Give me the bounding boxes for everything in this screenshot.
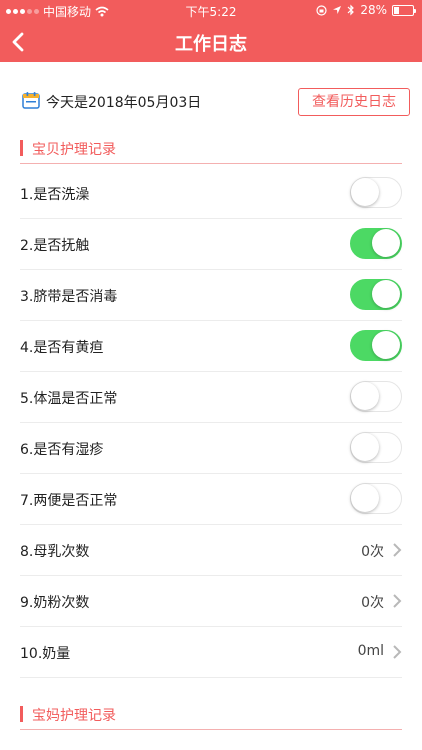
bluetooth-icon bbox=[347, 4, 355, 16]
list-item: 4.是否有黄疸 bbox=[20, 321, 402, 372]
list-item[interactable]: 8.母乳次数 0次 bbox=[20, 525, 402, 576]
toggle-knob bbox=[372, 331, 400, 359]
battery-fill bbox=[394, 6, 400, 14]
battery-percent: 28% bbox=[360, 3, 387, 17]
toggle-knob bbox=[351, 484, 379, 512]
toggle-switch[interactable] bbox=[350, 228, 402, 259]
section-accent-bar bbox=[20, 706, 23, 722]
list-item-label: 9.奶粉次数 bbox=[20, 595, 90, 611]
toggle-switch[interactable] bbox=[350, 279, 402, 310]
list-item-label: 10.奶量 bbox=[20, 646, 71, 662]
list-item-label: 6.是否有湿疹 bbox=[20, 442, 104, 458]
location-icon bbox=[333, 6, 342, 14]
list-item-label: 1.是否洗澡 bbox=[20, 187, 90, 203]
list-item-label: 3.脐带是否消毒 bbox=[20, 289, 118, 305]
section-accent-bar bbox=[20, 140, 23, 156]
chevron-right-icon bbox=[393, 645, 402, 659]
list-item: 7.两便是否正常 bbox=[20, 474, 402, 525]
section-title: 宝贝护理记录 bbox=[32, 142, 116, 158]
status-right: 28% bbox=[316, 3, 416, 17]
battery-icon bbox=[392, 4, 416, 16]
list-item[interactable]: 9.奶粉次数 0次 bbox=[20, 576, 402, 627]
lock-rotation-icon bbox=[316, 4, 327, 16]
date-row: 今天是2018年05月03日 查看历史日志 bbox=[0, 80, 422, 124]
toggle-switch[interactable] bbox=[350, 483, 402, 514]
chevron-right-icon bbox=[393, 543, 402, 557]
calendar-icon bbox=[22, 92, 40, 109]
list-item[interactable]: 10.奶量 0ml bbox=[20, 627, 402, 678]
list-item-value: 0ml bbox=[357, 643, 384, 659]
section-title: 宝妈护理记录 bbox=[32, 708, 116, 724]
toggle-knob bbox=[372, 280, 400, 308]
page-title: 工作日志 bbox=[175, 34, 247, 55]
toggle-knob bbox=[351, 382, 379, 410]
list-item: 6.是否有湿疹 bbox=[20, 423, 402, 474]
date-text: 今天是2018年05月03日 bbox=[46, 95, 202, 111]
list-item-value: 0次 bbox=[361, 544, 384, 560]
toggle-switch[interactable] bbox=[350, 330, 402, 361]
toggle-switch[interactable] bbox=[350, 432, 402, 463]
view-history-button[interactable]: 查看历史日志 bbox=[298, 88, 410, 116]
list-item-label: 2.是否抚触 bbox=[20, 238, 90, 254]
list-item: 1.是否洗澡 bbox=[20, 168, 402, 219]
status-bar: 中国移动 下午5:22 28% bbox=[0, 0, 422, 22]
header: 中国移动 下午5:22 28% 工作日志 bbox=[0, 0, 422, 62]
toggle-knob bbox=[372, 229, 400, 257]
list-item: 5.体温是否正常 bbox=[20, 372, 402, 423]
list-item-label: 7.两便是否正常 bbox=[20, 493, 118, 509]
list-item-label: 5.体温是否正常 bbox=[20, 391, 118, 407]
list-item: 2.是否抚触 bbox=[20, 219, 402, 270]
toggle-knob bbox=[351, 178, 379, 206]
toggle-switch[interactable] bbox=[350, 177, 402, 208]
toggle-knob bbox=[351, 433, 379, 461]
section-mom-care: 宝妈护理记录 bbox=[20, 700, 402, 730]
section-baby-care: 宝贝护理记录 bbox=[20, 134, 402, 164]
chevron-right-icon bbox=[393, 594, 402, 608]
list-item-value: 0次 bbox=[361, 595, 384, 611]
list-item: 3.脐带是否消毒 bbox=[20, 270, 402, 321]
list-item-label: 8.母乳次数 bbox=[20, 544, 90, 560]
toggle-switch[interactable] bbox=[350, 381, 402, 412]
list-item-label: 4.是否有黄疸 bbox=[20, 340, 104, 356]
